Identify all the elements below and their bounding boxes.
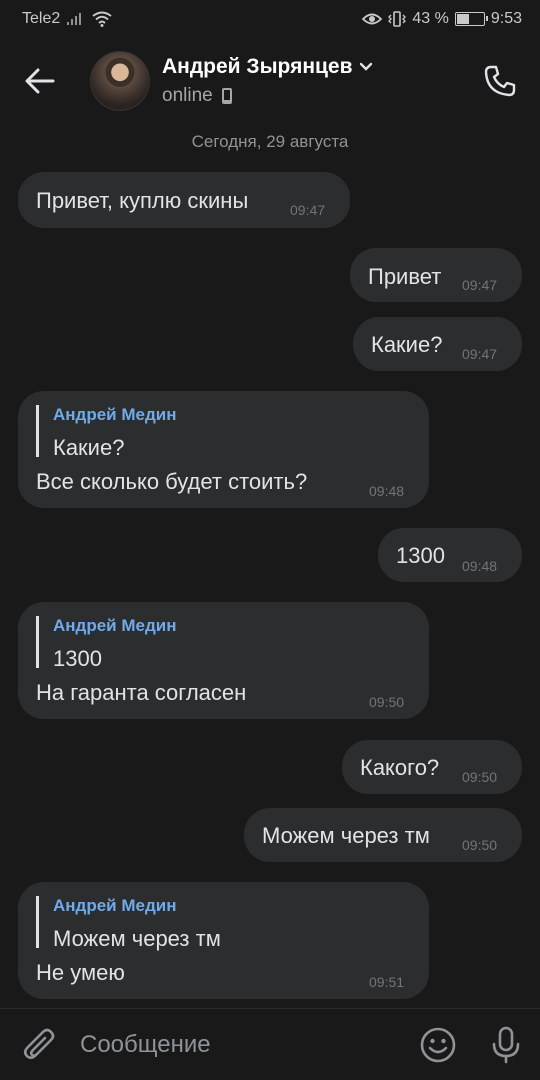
emoji-button[interactable] <box>404 1009 472 1080</box>
message-input[interactable] <box>80 1030 404 1059</box>
outgoing-message[interactable]: 1300 09:48 <box>378 528 522 582</box>
message-text: Не умею <box>36 960 125 985</box>
smile-icon <box>420 1027 456 1062</box>
vibrate-icon <box>388 11 407 27</box>
incoming-message[interactable]: Привет, куплю скины 09:47 <box>18 172 350 228</box>
call-button[interactable] <box>460 41 540 121</box>
phone-icon <box>484 65 516 97</box>
mobile-device-icon <box>221 88 232 104</box>
chat-header: Андрей Зырянцев online <box>0 38 540 124</box>
reply-text: Какие? <box>53 435 125 460</box>
message-time: 09:47 <box>290 202 326 218</box>
eye-icon <box>362 12 383 26</box>
outgoing-message[interactable]: Привет 09:47 <box>350 248 522 302</box>
incoming-message[interactable]: Андрей Медин 1300 На гаранта согласен 09… <box>18 602 429 719</box>
message-time: 09:50 <box>369 694 405 710</box>
outgoing-message[interactable]: Какие? 09:47 <box>353 317 522 371</box>
date-separator: Сегодня, 29 августа <box>191 132 349 151</box>
chevron-down-icon <box>359 62 372 71</box>
clock: 9:53 <box>490 10 522 27</box>
attach-button[interactable] <box>0 1009 80 1080</box>
message-text: Какие? <box>371 332 443 357</box>
reply-author: Андрей Медин <box>53 896 177 915</box>
incoming-message[interactable]: Андрей Медин Можем через тм Не умею 09:5… <box>18 882 429 999</box>
message-time: 09:50 <box>462 837 498 853</box>
carrier-label: Tele2 <box>22 10 61 27</box>
message-text: Привет <box>368 264 442 289</box>
reply-author: Андрей Медин <box>53 616 177 635</box>
battery-icon <box>454 12 488 26</box>
outgoing-message[interactable]: Можем через тм 09:50 <box>244 808 522 862</box>
outgoing-message[interactable]: Какого? 09:50 <box>342 740 522 794</box>
message-text: Какого? <box>360 755 440 780</box>
voice-message-button[interactable] <box>472 1009 540 1080</box>
battery-percent: 43 % <box>412 10 449 27</box>
incoming-message[interactable]: Андрей Медин Какие? Все сколько будет ст… <box>18 391 429 508</box>
peer-status: online <box>162 85 460 107</box>
peer-name-row[interactable]: Андрей Зырянцев <box>162 55 460 79</box>
back-arrow-icon <box>25 68 55 94</box>
reply-quote[interactable]: Андрей Медин Можем через тм <box>36 896 221 951</box>
message-time: 09:48 <box>462 558 498 574</box>
reply-text: 1300 <box>53 646 102 671</box>
message-text: Все сколько будет стоить? <box>36 469 308 494</box>
back-button[interactable] <box>0 41 80 121</box>
paperclip-icon <box>23 1028 55 1059</box>
reply-quote[interactable]: Андрей Медин Какие? <box>36 405 177 460</box>
message-time: 09:48 <box>369 483 405 499</box>
reply-author: Андрей Медин <box>53 405 177 424</box>
message-time: 09:47 <box>462 346 498 362</box>
message-time: 09:51 <box>369 974 405 990</box>
message-time: 09:50 <box>462 769 498 785</box>
signal-icon <box>66 12 86 26</box>
message-text: Привет, куплю скины <box>36 188 249 213</box>
reply-text: Можем через тм <box>53 926 221 951</box>
message-text: 1300 <box>396 543 445 568</box>
status-bar: Tele2 43 % 9:53 <box>0 0 540 38</box>
peer-info[interactable]: Андрей Зырянцев online <box>162 55 460 107</box>
message-text: Можем через тм <box>262 823 430 848</box>
message-composer <box>0 1008 540 1080</box>
microphone-icon <box>492 1026 520 1063</box>
online-status: online <box>162 85 213 106</box>
avatar[interactable] <box>90 51 150 111</box>
message-text: На гаранта согласен <box>36 680 247 705</box>
peer-name: Андрей Зырянцев <box>162 55 353 78</box>
reply-quote[interactable]: Андрей Медин 1300 <box>36 616 177 671</box>
message-time: 09:47 <box>462 277 498 293</box>
wifi-icon <box>92 11 112 27</box>
